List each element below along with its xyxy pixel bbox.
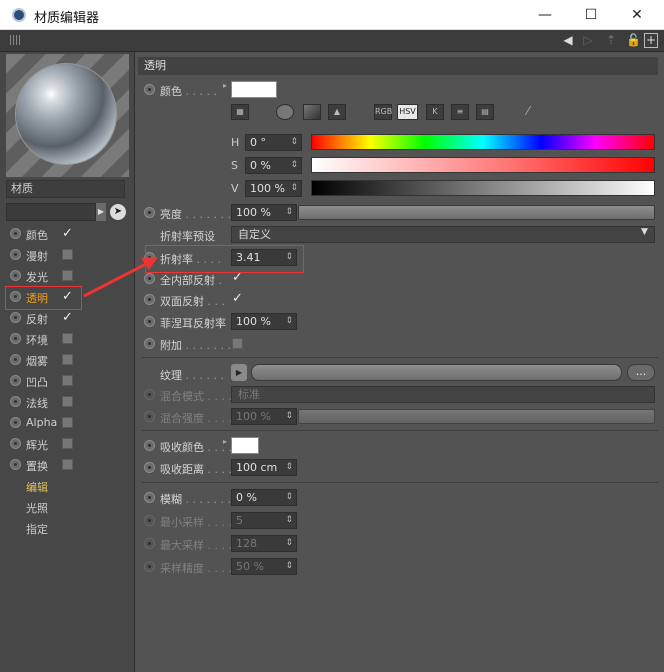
annotation-arrow <box>83 257 158 298</box>
